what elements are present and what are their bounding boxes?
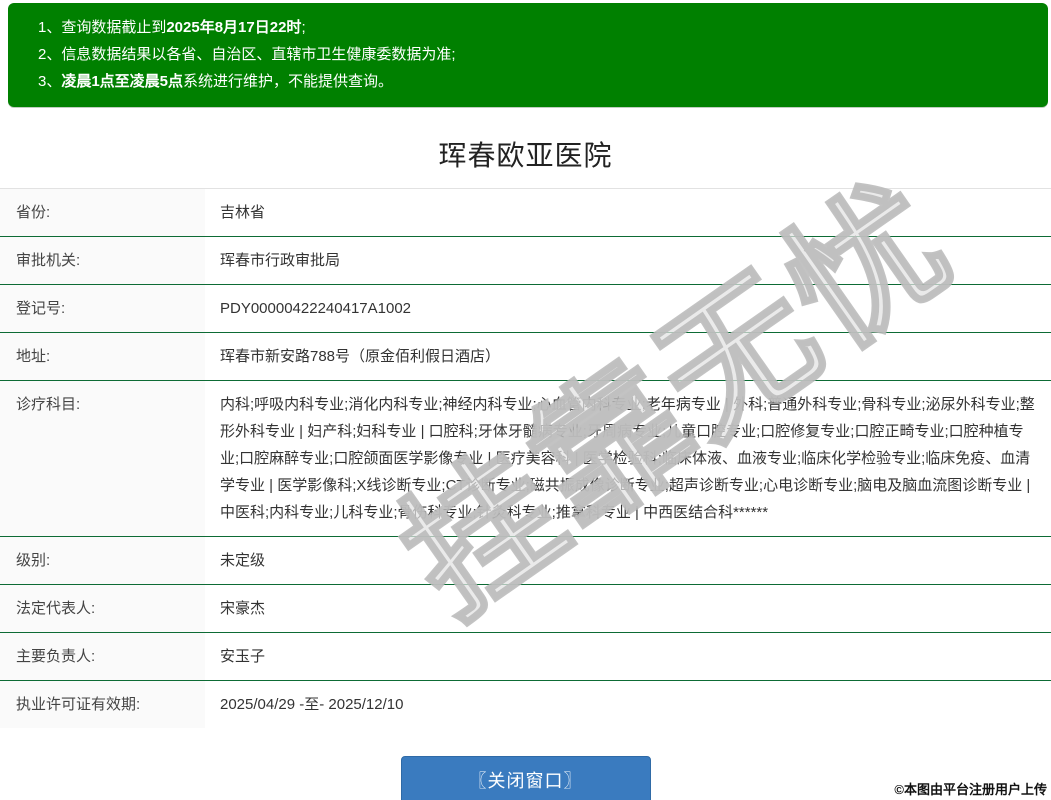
notice-tail: 系统进行维护，不能提供查询。 [183, 73, 393, 90]
row-label: 诊疗科目: [0, 381, 205, 536]
row-value: 宋豪杰 [205, 585, 1051, 632]
notice-text: 3、 [38, 73, 61, 90]
table-row-approval-authority: 审批机关: 珲春市行政审批局 [0, 237, 1051, 285]
row-value: PDY00000422240417A1002 [205, 285, 1051, 332]
table-row-license-validity: 执业许可证有效期: 2025/04/29 -至- 2025/12/10 [0, 681, 1051, 728]
notice-banner: 1、查询数据截止到2025年8月17日22时; 2、信息数据结果以各省、自治区、… [8, 3, 1048, 107]
page-title: 珲春欧亚医院 [0, 134, 1051, 174]
row-value: 吉林省 [205, 189, 1051, 236]
notice-tail: ; [301, 19, 305, 36]
notice-line-3: 3、凌晨1点至凌晨5点系统进行维护，不能提供查询。 [38, 68, 1028, 95]
row-label: 审批机关: [0, 237, 205, 284]
table-row-level: 级别: 未定级 [0, 537, 1051, 585]
table-row-main-person-in-charge: 主要负责人: 安玉子 [0, 633, 1051, 681]
row-label: 地址: [0, 333, 205, 380]
notice-line-2: 2、信息数据结果以各省、自治区、直辖市卫生健康委数据为准; [38, 41, 1028, 68]
close-window-button[interactable]: 〖关闭窗口〗 [401, 756, 651, 800]
row-value: 2025/04/29 -至- 2025/12/10 [205, 681, 1051, 728]
row-label: 级别: [0, 537, 205, 584]
notice-text: 2、信息数据结果以各省、自治区、直辖市卫生健康委数据为准; [38, 46, 456, 63]
table-row-province: 省份: 吉林省 [0, 189, 1051, 237]
row-label: 法定代表人: [0, 585, 205, 632]
row-value: 内科;呼吸内科专业;消化内科专业;神经内科专业;心血管内科专业;老年病专业 | … [205, 381, 1051, 536]
row-value: 未定级 [205, 537, 1051, 584]
notice-bold-text: 凌晨1点至凌晨5点 [61, 73, 183, 90]
table-row-registration-number: 登记号: PDY00000422240417A1002 [0, 285, 1051, 333]
row-label: 登记号: [0, 285, 205, 332]
notice-text: 1、查询数据截止到 [38, 19, 166, 36]
hospital-info-table: 省份: 吉林省 审批机关: 珲春市行政审批局 登记号: PDY000004222… [0, 188, 1051, 728]
upload-credit: ©本图由平台注册用户上传 [894, 779, 1047, 798]
row-value: 珲春市行政审批局 [205, 237, 1051, 284]
table-row-clinical-departments: 诊疗科目: 内科;呼吸内科专业;消化内科专业;神经内科专业;心血管内科专业;老年… [0, 381, 1051, 537]
table-row-legal-representative: 法定代表人: 宋豪杰 [0, 585, 1051, 633]
table-row-address: 地址: 珲春市新安路788号（原金佰利假日酒店） [0, 333, 1051, 381]
row-label: 主要负责人: [0, 633, 205, 680]
notice-line-1: 1、查询数据截止到2025年8月17日22时; [38, 14, 1028, 41]
row-value: 安玉子 [205, 633, 1051, 680]
notice-bold-text: 2025年8月17日22时 [166, 19, 301, 36]
row-label: 省份: [0, 189, 205, 236]
row-value: 珲春市新安路788号（原金佰利假日酒店） [205, 333, 1051, 380]
row-label: 执业许可证有效期: [0, 681, 205, 728]
